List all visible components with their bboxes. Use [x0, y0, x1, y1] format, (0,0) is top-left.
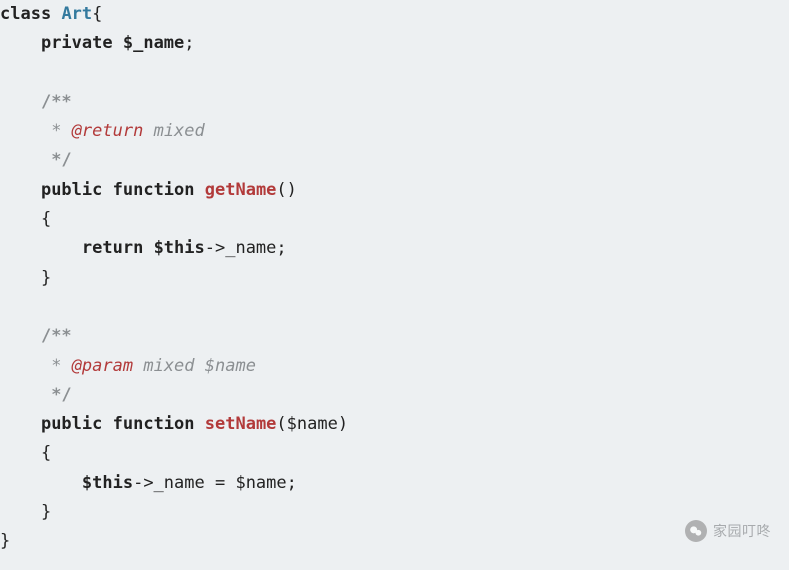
- docblock-close: */: [41, 385, 72, 405]
- docblock-close: */: [41, 150, 72, 170]
- brace-close: }: [41, 502, 51, 522]
- this-var: $this: [82, 473, 133, 493]
- arrow-access: ->_name: [133, 473, 205, 493]
- param-var: $name: [235, 473, 286, 493]
- method-setname: setName: [205, 414, 277, 434]
- property-name: $_name: [123, 33, 184, 53]
- brace-open: {: [92, 4, 102, 24]
- method-getname: getName: [205, 180, 277, 200]
- keyword-function: function: [113, 180, 195, 200]
- brace-open: {: [41, 443, 51, 463]
- brace-open: {: [41, 209, 51, 229]
- keyword-return: return: [82, 238, 143, 258]
- return-type: mixed: [143, 121, 204, 141]
- keyword-function: function: [113, 414, 195, 434]
- code-block: class Art{ private $_name; /** * @return…: [0, 0, 789, 557]
- param-tag: @param: [72, 356, 133, 376]
- paren-close: ): [338, 414, 348, 434]
- keyword-private: private: [41, 33, 113, 53]
- keyword-class: class: [0, 4, 51, 24]
- param-var: $name: [287, 414, 338, 434]
- class-name: Art: [61, 4, 92, 24]
- this-var: $this: [154, 238, 205, 258]
- return-tag: @return: [72, 121, 144, 141]
- keyword-public: public: [41, 180, 102, 200]
- param-rest: mixed $name: [133, 356, 256, 376]
- brace-close: }: [0, 531, 10, 551]
- docblock-star: *: [41, 356, 61, 376]
- semicolon: ;: [184, 33, 194, 53]
- parens: (): [276, 180, 296, 200]
- keyword-public: public: [41, 414, 102, 434]
- docblock-open: /**: [41, 92, 72, 112]
- paren-open: (: [276, 414, 286, 434]
- assign-eq: =: [205, 473, 236, 493]
- semicolon: ;: [287, 473, 297, 493]
- arrow-access: ->_name;: [205, 238, 287, 258]
- docblock-star: *: [41, 121, 61, 141]
- docblock-open: /**: [41, 326, 72, 346]
- brace-close: }: [41, 268, 51, 288]
